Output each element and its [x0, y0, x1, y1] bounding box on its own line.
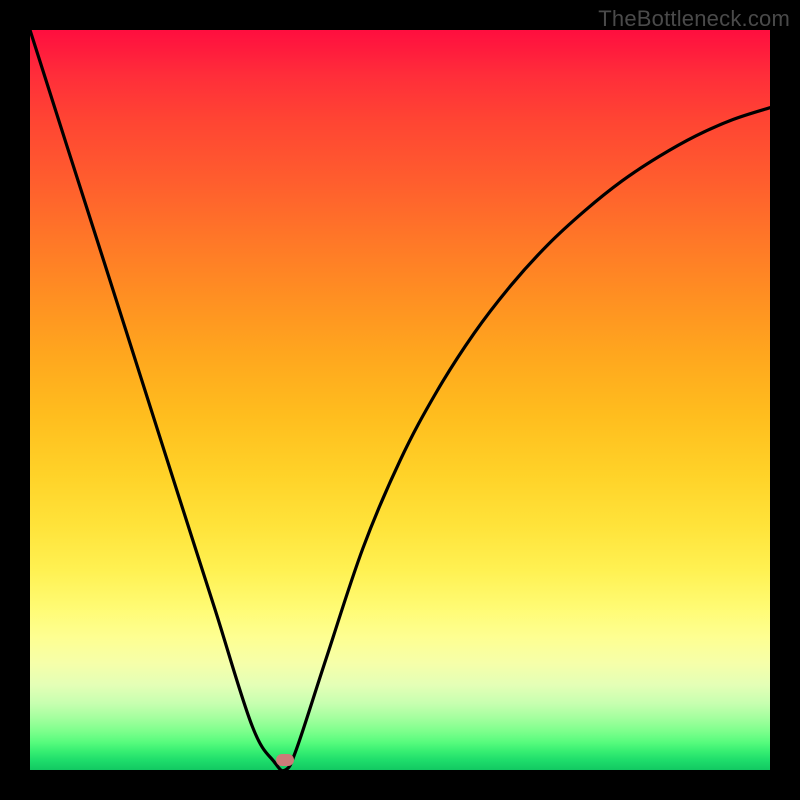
plot-area [30, 30, 770, 770]
min-marker [276, 754, 294, 766]
v-curve-path [30, 30, 770, 770]
watermark-text: TheBottleneck.com [598, 6, 790, 32]
chart-frame: TheBottleneck.com [0, 0, 800, 800]
curve-svg [30, 30, 770, 770]
